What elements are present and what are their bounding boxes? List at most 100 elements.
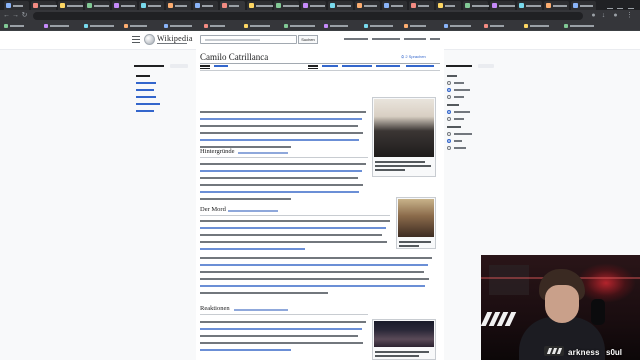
appearance-hide-button[interactable] [478, 64, 494, 68]
browser-tab[interactable] [328, 1, 353, 10]
browser-tab[interactable] [85, 1, 110, 10]
section-edit-link-1[interactable] [238, 152, 288, 154]
forward-arrow-icon[interactable]: → [12, 12, 19, 19]
browser-tab[interactable] [31, 1, 57, 10]
browser-tab[interactable] [409, 1, 434, 10]
bookmark-item[interactable] [204, 24, 238, 28]
radio-width-standard[interactable] [447, 110, 451, 114]
tab-history[interactable] [376, 65, 400, 68]
bookmark-favicon-icon [444, 24, 448, 28]
browser-tab[interactable] [436, 1, 461, 10]
back-arrow-icon[interactable]: ← [3, 12, 10, 19]
article-image-family[interactable] [396, 197, 436, 249]
paragraph-text-line [200, 248, 305, 250]
bookmark-item[interactable] [364, 24, 398, 28]
browser-tab[interactable] [58, 1, 83, 10]
bookmark-item[interactable] [84, 24, 118, 28]
sidebar-item-3[interactable] [136, 96, 156, 98]
downloads-icon[interactable]: ↓ [600, 12, 607, 19]
bookmark-item[interactable] [284, 24, 318, 28]
language-button[interactable]: ⛭ 2 Sprachen [401, 55, 426, 59]
tab-title [94, 5, 109, 7]
profile-avatar[interactable]: ● [612, 12, 619, 19]
window-minimize-icon[interactable] [607, 2, 613, 9]
radio-color-light[interactable] [447, 139, 451, 143]
radio-color-auto[interactable] [447, 132, 451, 136]
bookmark-item[interactable] [244, 24, 278, 28]
bookmark-label [290, 25, 315, 27]
wikipedia-search-button[interactable]: Suchen [298, 35, 318, 44]
tab-edit-source[interactable] [342, 65, 372, 68]
tab-read[interactable] [308, 65, 318, 69]
bookmark-item[interactable] [164, 24, 198, 28]
header-link-more[interactable] [430, 38, 440, 40]
sidebar-item-5[interactable] [136, 110, 154, 112]
browser-tab[interactable] [193, 1, 218, 10]
tab-article[interactable] [200, 65, 210, 69]
radio-label [454, 140, 462, 142]
section-edit-link-3[interactable] [234, 309, 288, 311]
browser-tab[interactable] [355, 1, 380, 10]
browser-menu-icon[interactable]: ⋮ [626, 12, 633, 19]
sidebar-item-1[interactable] [136, 82, 156, 84]
browser-tab[interactable] [247, 1, 273, 10]
wikipedia-globe-icon[interactable] [144, 34, 155, 45]
address-bar[interactable] [33, 12, 583, 20]
bookmark-item[interactable] [444, 24, 478, 28]
sidebar-item-top[interactable] [136, 75, 150, 77]
browser-tab[interactable] [571, 1, 596, 10]
tab-discussion[interactable] [214, 65, 228, 68]
sidebar-heading [134, 65, 164, 67]
wikipedia-logo-text[interactable]: Wikipedia [157, 35, 193, 43]
sidebar-item-4[interactable] [136, 103, 160, 105]
browser-tab[interactable] [382, 1, 407, 10]
bookmark-item[interactable] [124, 24, 158, 28]
browser-tab[interactable] [301, 1, 326, 10]
browser-tab[interactable] [517, 1, 542, 10]
wikipedia-search-input[interactable] [200, 35, 297, 44]
window-maximize-icon[interactable] [617, 2, 623, 9]
radio-color-dark[interactable] [447, 146, 451, 150]
reload-icon[interactable]: ↻ [21, 12, 28, 19]
browser-tab[interactable] [463, 1, 489, 10]
sidebar-hide-button[interactable] [170, 64, 188, 68]
bookmark-item[interactable] [404, 24, 438, 28]
browser-tab[interactable] [139, 1, 164, 10]
header-link-create-account[interactable] [372, 38, 400, 40]
tab-edit[interactable] [322, 65, 338, 68]
radio-text-standard[interactable] [447, 88, 451, 92]
window-close-icon[interactable] [628, 2, 634, 9]
bookmark-item[interactable] [564, 24, 598, 28]
tab-favicon-icon [411, 3, 416, 8]
radio-text-large[interactable] [447, 95, 451, 99]
bookmark-favicon-icon [484, 24, 488, 28]
bookmark-item[interactable] [44, 24, 78, 28]
article-image-protest[interactable] [372, 319, 436, 360]
browser-tab[interactable] [544, 1, 569, 10]
appearance-heading [446, 65, 472, 67]
paragraph-text-line [200, 328, 362, 330]
extensions-icon[interactable]: ● [590, 12, 597, 19]
hamburger-icon[interactable] [132, 36, 140, 43]
bookmark-item[interactable] [324, 24, 358, 28]
bookmark-item[interactable] [4, 24, 38, 28]
sidebar-item-2[interactable] [136, 89, 154, 91]
bookmark-item[interactable] [484, 24, 518, 28]
browser-tab[interactable] [220, 1, 245, 10]
radio-width-wide[interactable] [447, 117, 451, 121]
header-link-login[interactable] [404, 38, 426, 40]
tab-tools[interactable] [406, 65, 434, 68]
bookmark-item[interactable] [524, 24, 558, 28]
browser-tab[interactable] [112, 1, 137, 10]
browser-tab[interactable] [166, 1, 191, 10]
tab-favicon-icon [60, 3, 65, 8]
section-edit-link-2[interactable] [228, 210, 278, 212]
radio-text-small[interactable] [447, 81, 451, 85]
browser-tab[interactable] [4, 1, 29, 10]
browser-tab[interactable] [274, 1, 299, 10]
browser-tab[interactable] [490, 1, 515, 10]
infobox-image-portrait[interactable] [372, 97, 436, 177]
header-link-donate[interactable] [344, 38, 368, 40]
bookmark-label [170, 25, 192, 27]
paragraph-text-line [200, 342, 363, 344]
